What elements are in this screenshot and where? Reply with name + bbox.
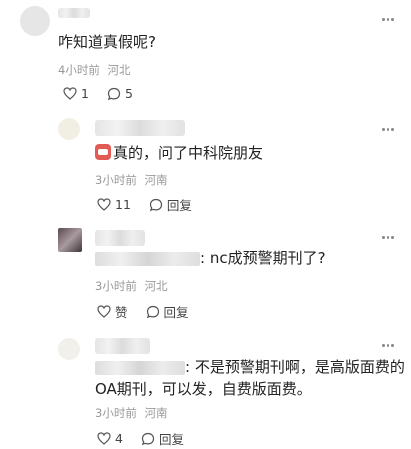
comment-meta: 4小时前 河北 [58, 62, 130, 78]
comment-time: 3小时前 [95, 279, 137, 293]
heart-icon [97, 198, 111, 211]
reply-label: 回复 [166, 198, 192, 213]
more-icon[interactable] [382, 344, 395, 348]
avatar[interactable] [58, 118, 80, 140]
comment-actions: 11 回复 [97, 195, 192, 214]
avatar[interactable] [20, 6, 50, 36]
reply-button[interactable]: 回复 [149, 195, 192, 214]
heart-icon [63, 87, 77, 100]
comment-actions: 赞 回复 [97, 302, 189, 321]
comment-bubble-icon [141, 432, 155, 445]
comment-top-level: 咋知道真假呢? 4小时前 河北 1 5 [0, 0, 411, 110]
reply-button[interactable]: 5 [107, 86, 133, 101]
username-blurred[interactable] [95, 338, 150, 354]
like-button[interactable]: 赞 [97, 302, 128, 321]
comment-location: 河北 [144, 279, 168, 293]
comment-meta: 3小时前 河南 [95, 405, 167, 421]
reply-comment: : 不是预警期刊啊，是高版面费的 OA期刊，可以发，自费版面费。 3小时前 河南… [0, 332, 411, 449]
comment-actions: 4 回复 [97, 429, 184, 448]
comment-text: : nc成预警期刊了? [95, 247, 326, 269]
comment-time: 3小时前 [95, 406, 137, 420]
comment-text-continued: OA期刊，可以发，自费版面费。 [95, 380, 312, 398]
comment-actions: 1 5 [63, 86, 133, 101]
avatar[interactable] [58, 228, 82, 252]
comment-text-content: : nc成预警期刊了? [200, 249, 326, 267]
reply-button[interactable]: 回复 [146, 302, 189, 321]
comment-bubble-icon [107, 87, 121, 100]
comment-meta: 3小时前 河南 [95, 172, 167, 188]
comment-time: 4小时前 [58, 63, 100, 77]
comment-text: 真的，问了中科院朋友 [95, 142, 263, 164]
like-count: 11 [115, 197, 131, 212]
like-button[interactable]: 11 [97, 197, 131, 212]
avatar[interactable] [58, 338, 80, 360]
username-blurred[interactable] [95, 230, 145, 246]
like-button[interactable]: 1 [63, 86, 89, 101]
more-icon[interactable] [382, 18, 395, 22]
heart-icon [97, 432, 111, 445]
comment-location: 河南 [144, 406, 168, 420]
comment-text-content: 真的，问了中科院朋友 [113, 144, 264, 162]
username-blurred[interactable] [95, 120, 185, 136]
comment-location: 河南 [144, 173, 168, 187]
reply-label: 回复 [158, 432, 184, 447]
more-icon[interactable] [382, 128, 395, 132]
more-icon[interactable] [382, 236, 395, 240]
comment-text: : 不是预警期刊啊，是高版面费的 [95, 356, 405, 378]
comment-time: 3小时前 [95, 173, 137, 187]
like-button[interactable]: 4 [97, 431, 123, 446]
quoted-username-blurred [95, 251, 200, 266]
reply-comment: 真的，问了中科院朋友 3小时前 河南 11 回复 [0, 110, 411, 220]
comment-bubble-icon [146, 305, 159, 318]
quoted-username-blurred [95, 360, 185, 375]
reply-button[interactable]: 回复 [141, 429, 184, 448]
comment-location: 河北 [107, 63, 131, 77]
username-blurred[interactable] [58, 8, 90, 18]
emoji-icon [95, 144, 111, 160]
reply-count: 5 [124, 86, 133, 101]
like-count: 1 [81, 86, 89, 101]
comment-bubble-icon [149, 198, 163, 211]
comment-meta: 3小时前 河北 [95, 278, 167, 294]
comment-text: 咋知道真假呢? [58, 33, 156, 51]
like-count: 4 [115, 431, 123, 446]
heart-icon [97, 305, 111, 318]
reply-comment: : nc成预警期刊了? 3小时前 河北 赞 回复 [0, 222, 411, 332]
comment-text-line1: : 不是预警期刊啊，是高版面费的 [185, 358, 405, 376]
reply-label: 回复 [163, 305, 189, 320]
like-label: 赞 [115, 305, 128, 320]
